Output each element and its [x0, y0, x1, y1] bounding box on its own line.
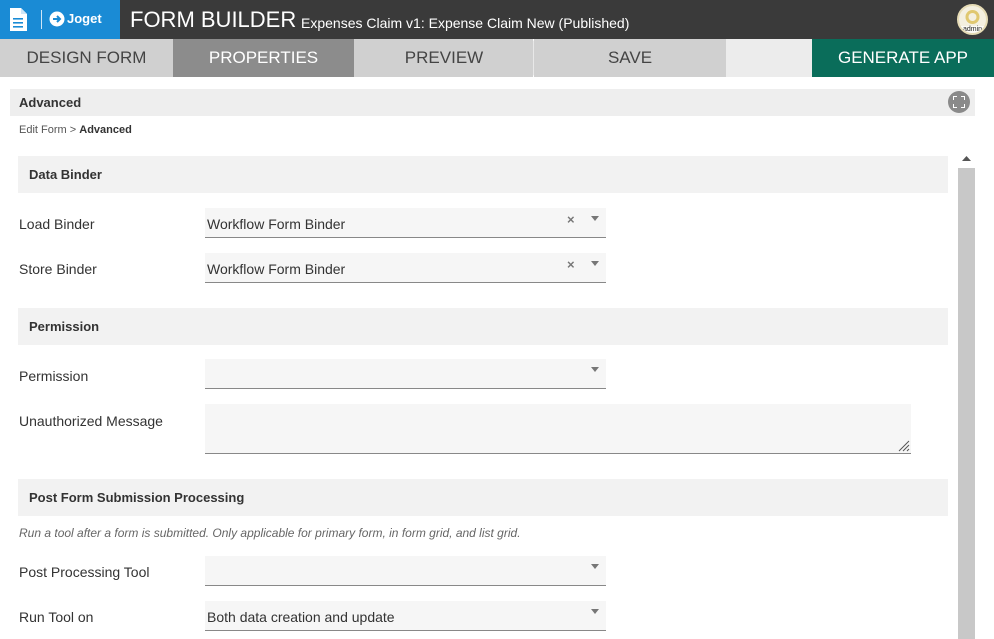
permission-select[interactable] [205, 359, 606, 389]
run-tool-on-select[interactable]: Both data creation and update [205, 601, 606, 631]
post-processing-tool-select[interactable] [205, 556, 606, 586]
logo-divider [41, 10, 42, 29]
resize-handle-icon[interactable] [898, 440, 910, 452]
document-icon [10, 8, 27, 31]
generate-app-button[interactable]: GENERATE APP [812, 39, 994, 77]
chevron-down-icon [591, 367, 599, 372]
joget-logo-icon [49, 11, 65, 27]
expand-icon [953, 96, 965, 108]
clear-icon[interactable]: × [567, 212, 575, 227]
fullscreen-button[interactable] [948, 91, 970, 113]
breadcrumb-parent[interactable]: Edit Form [19, 124, 67, 136]
store-binder-select[interactable]: Workflow Form Binder × [205, 253, 606, 283]
step-save[interactable]: SAVE [534, 39, 726, 77]
breadcrumb-current: Advanced [79, 124, 132, 136]
scrollbar-thumb[interactable] [958, 168, 975, 639]
store-binder-value: Workflow Form Binder [207, 261, 346, 277]
scroll-up-arrow-icon[interactable] [959, 152, 974, 166]
unauthorized-message-label: Unauthorized Message [19, 413, 163, 429]
post-processing-tool-label: Post Processing Tool [19, 564, 150, 580]
clear-icon[interactable]: × [567, 257, 575, 272]
avatar-username: admin [959, 26, 986, 33]
chevron-down-icon [591, 261, 599, 266]
step-properties[interactable]: PROPERTIES [173, 39, 354, 77]
section-post-processing: Post Form Submission Processing [18, 479, 948, 516]
step-label: PREVIEW [404, 48, 484, 67]
form-subtitle: Expenses Claim v1: Expense Claim New (Pu… [301, 15, 630, 31]
top-header: Joget FORM BUILDER Expenses Claim v1: Ex… [0, 0, 994, 39]
step-preview[interactable]: PREVIEW [354, 39, 534, 77]
user-avatar[interactable]: admin [957, 4, 988, 35]
load-binder-value: Workflow Form Binder [207, 216, 346, 232]
panel-header: Advanced [10, 89, 975, 116]
post-processing-hint: Run a tool after a form is submitted. On… [19, 526, 521, 540]
load-binder-label: Load Binder [19, 216, 95, 232]
load-binder-select[interactable]: Workflow Form Binder × [205, 208, 606, 238]
chevron-down-icon [591, 609, 599, 614]
section-data-binder: Data Binder [18, 156, 948, 193]
section-title: Post Form Submission Processing [29, 490, 245, 505]
logo-area[interactable]: Joget [0, 0, 120, 39]
chevron-down-icon [591, 216, 599, 221]
builder-steps: DESIGN FORM PROPERTIES PREVIEW SAVE GENE… [0, 39, 994, 77]
permission-label: Permission [19, 368, 89, 384]
breadcrumb-separator: > [69, 124, 77, 136]
step-label: PROPERTIES [208, 48, 319, 67]
page-title: FORM BUILDER [130, 7, 297, 32]
step-label: DESIGN FORM [26, 48, 147, 67]
unauthorized-message-textarea[interactable] [205, 404, 911, 454]
step-spacer [726, 39, 812, 77]
chevron-down-icon [591, 564, 599, 569]
section-permission: Permission [18, 308, 948, 345]
breadcrumb: Edit Form > Advanced [19, 124, 132, 136]
step-design-form[interactable]: DESIGN FORM [0, 39, 173, 77]
section-title: Permission [29, 319, 100, 334]
step-label: SAVE [607, 48, 653, 67]
run-tool-on-value: Both data creation and update [207, 609, 395, 625]
brand-name: Joget [67, 11, 102, 26]
section-title: Data Binder [29, 167, 102, 182]
panel-title: Advanced [19, 95, 82, 110]
store-binder-label: Store Binder [19, 261, 97, 277]
run-tool-on-label: Run Tool on [19, 609, 94, 625]
step-label: GENERATE APP [837, 48, 969, 67]
